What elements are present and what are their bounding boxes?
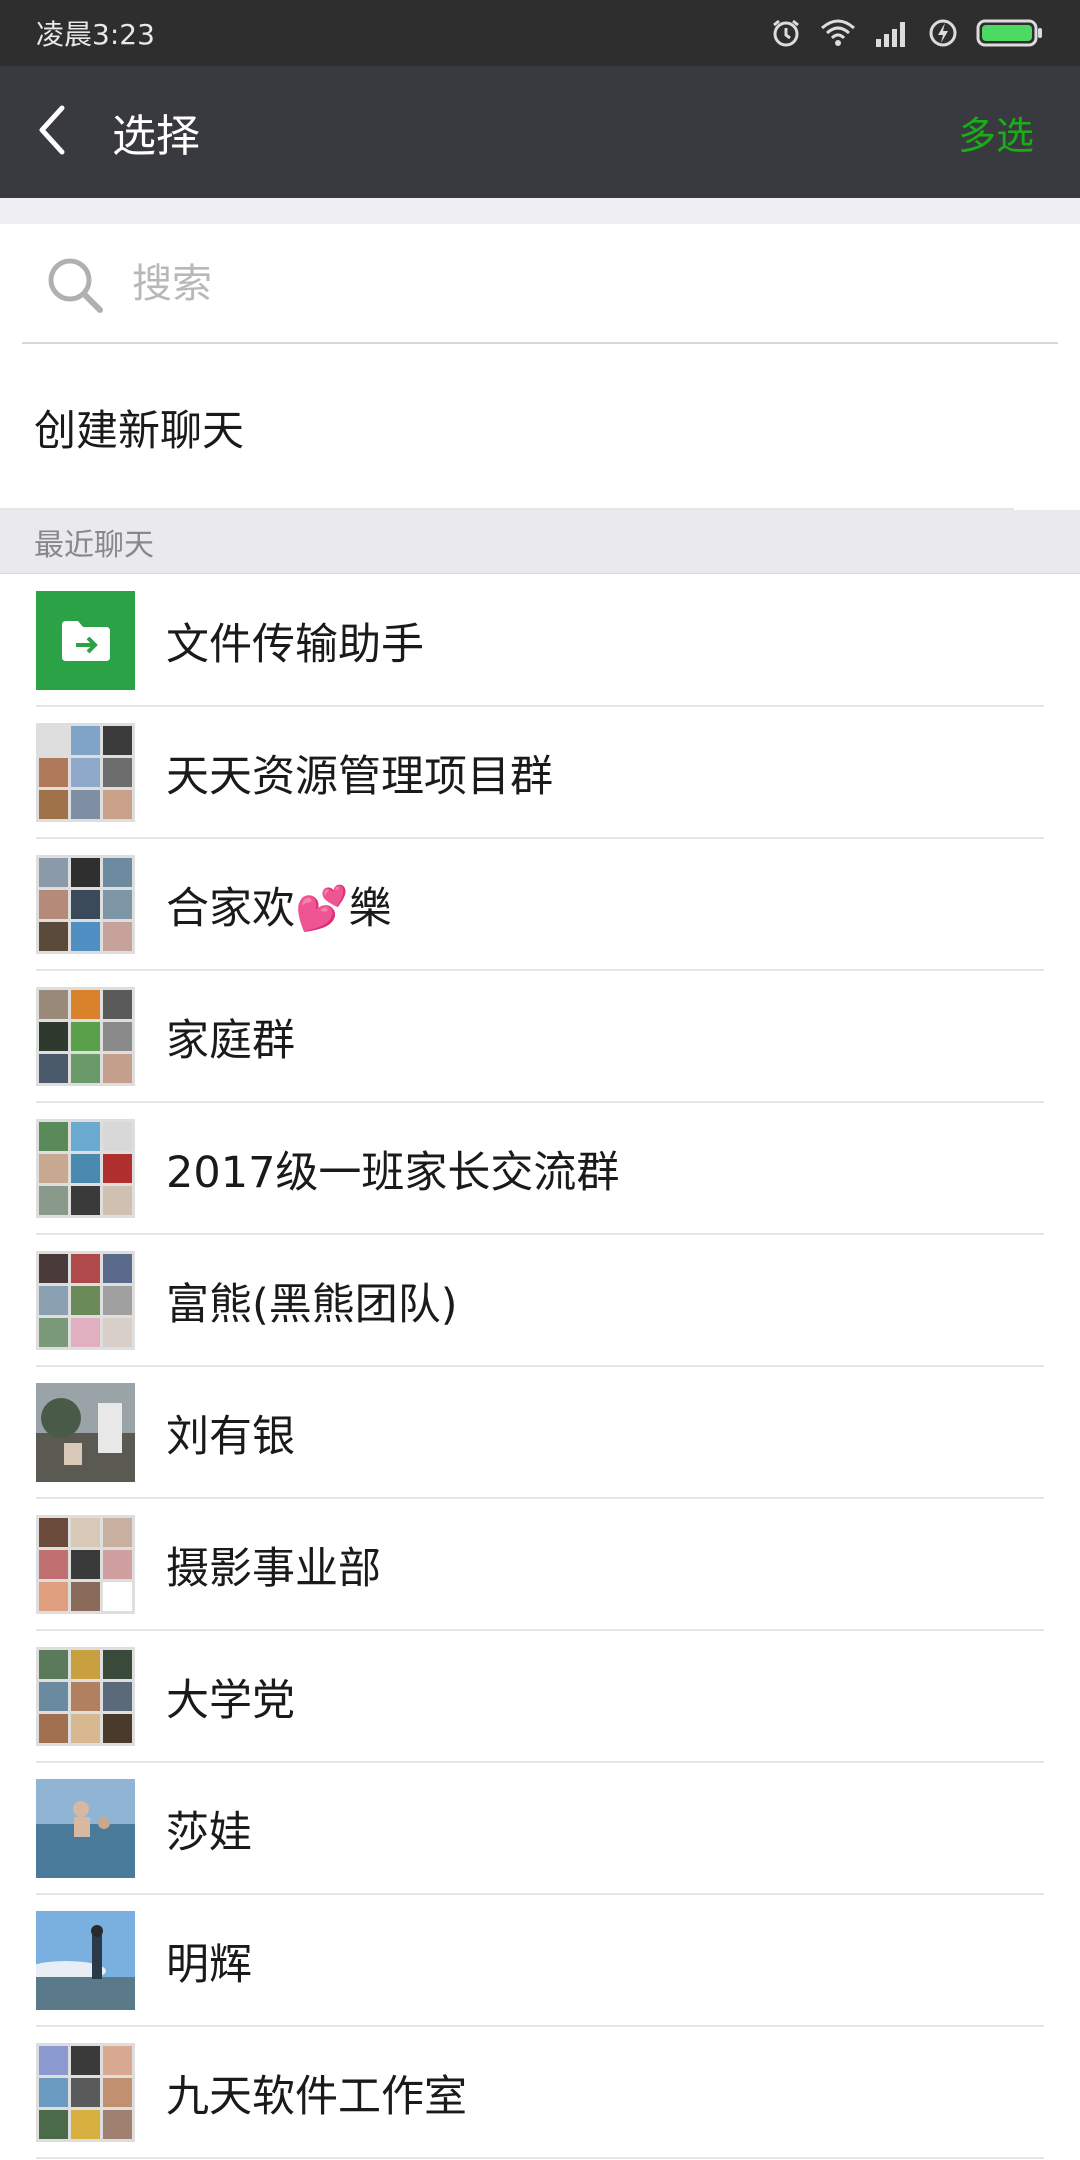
recent-chats-header: 最近聊天 — [0, 510, 1080, 574]
battery-icon — [976, 18, 1044, 48]
chat-item[interactable]: 2017级一班家长交流群 — [0, 1103, 1080, 1235]
title-bar: 选择 多选 — [0, 66, 1080, 198]
chat-item[interactable]: 刘有银 — [0, 1367, 1080, 1499]
photo-avatar — [36, 1779, 135, 1878]
chat-name: 富熊(黑熊团队) — [166, 1280, 458, 1330]
chat-name: 摄影事业部 — [166, 1544, 381, 1594]
status-time: 凌晨3:23 — [36, 18, 155, 51]
create-new-chat-button[interactable]: 创建新聊天 — [0, 344, 1080, 510]
chevron-left-icon — [36, 104, 68, 160]
photo-avatar — [36, 1383, 135, 1482]
group-avatar — [36, 855, 135, 954]
search-input[interactable] — [132, 252, 1012, 316]
chat-item[interactable]: 富熊(黑熊团队) — [0, 1235, 1080, 1367]
chat-item[interactable]: 九天软件工作室 — [0, 2027, 1080, 2159]
wifi-icon — [820, 18, 856, 48]
group-avatar — [36, 1251, 135, 1350]
chat-item[interactable]: 家庭群 — [0, 971, 1080, 1103]
top-spacer — [0, 198, 1080, 224]
chat-name: 莎娃 — [166, 1808, 252, 1858]
chat-item-file-transfer[interactable]: 文件传输助手 — [0, 575, 1080, 707]
status-bar: 凌晨3:23 — [0, 0, 1080, 66]
chat-name: 合家欢💕樂 — [166, 884, 392, 934]
group-avatar — [36, 1119, 135, 1218]
chat-item[interactable]: 莎娃 — [0, 1763, 1080, 1895]
recent-chats-label: 最近聊天 — [34, 527, 154, 563]
group-avatar — [36, 987, 135, 1086]
group-avatar — [36, 1647, 135, 1746]
chat-name: 大学党 — [166, 1676, 295, 1726]
chat-list: 文件传输助手 天天资源管理项目群 合家欢💕樂 家庭群 2017级一班家长交流群 … — [0, 575, 1080, 2159]
back-button[interactable] — [0, 66, 104, 198]
chat-name: 刘有银 — [166, 1412, 295, 1462]
chat-name: 天天资源管理项目群 — [166, 752, 553, 802]
page-title: 选择 — [112, 111, 200, 162]
multi-select-button[interactable]: 多选 — [958, 105, 1034, 160]
chat-item[interactable]: 合家欢💕樂 — [0, 839, 1080, 971]
status-icons — [770, 17, 1044, 49]
chat-item[interactable]: 明辉 — [0, 1895, 1080, 2027]
alarm-icon — [770, 17, 802, 49]
signal-icon — [874, 19, 910, 47]
group-avatar — [36, 1515, 135, 1614]
search-bar — [0, 224, 1080, 344]
chat-name: 明辉 — [166, 1940, 252, 1990]
group-avatar — [36, 2043, 135, 2142]
chat-item[interactable]: 大学党 — [0, 1631, 1080, 1763]
search-icon — [46, 256, 104, 318]
chat-item[interactable]: 天天资源管理项目群 — [0, 707, 1080, 839]
chat-name: 家庭群 — [166, 1016, 295, 1066]
charging-icon — [928, 18, 958, 48]
chat-name: 九天软件工作室 — [166, 2072, 467, 2122]
group-avatar — [36, 723, 135, 822]
divider — [36, 2157, 1044, 2159]
create-new-chat-label: 创建新聊天 — [34, 405, 245, 455]
chat-name: 文件传输助手 — [166, 620, 424, 670]
file-transfer-icon — [36, 591, 135, 690]
chat-item[interactable]: 摄影事业部 — [0, 1499, 1080, 1631]
photo-avatar — [36, 1911, 135, 2010]
chat-name: 2017级一班家长交流群 — [166, 1148, 620, 1198]
